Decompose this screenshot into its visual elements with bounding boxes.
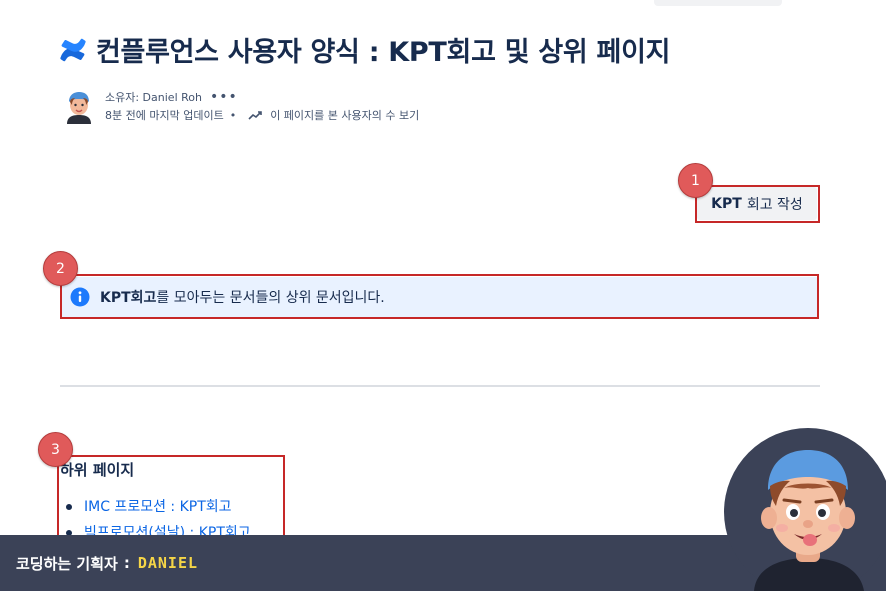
footer-separator: : xyxy=(123,554,130,572)
annotation-badge-2: 2 xyxy=(43,251,78,286)
meta-separator: • xyxy=(229,108,237,122)
annotation-box-1 xyxy=(695,185,820,223)
confluence-logo-icon xyxy=(60,38,86,61)
annotation-badge-1: 1 xyxy=(678,163,713,198)
more-actions-icon[interactable]: ••• xyxy=(210,90,238,104)
top-tab[interactable] xyxy=(654,0,782,6)
annotation-box-3 xyxy=(57,455,285,537)
footer-label: 코딩하는 기획자 xyxy=(16,554,118,573)
page-title: 컨플루언스 사용자 양식 : KPT회고 및 상위 페이지 xyxy=(96,37,671,68)
last-updated-label[interactable]: 8분 전에 마지막 업데이트 xyxy=(105,107,224,123)
page-viewers-link[interactable]: 이 페이지를 본 사용자의 수 보기 xyxy=(270,107,419,123)
meta-row: 8분 전에 마지막 업데이트 • 이 페이지를 본 사용자의 수 보기 xyxy=(105,107,419,123)
owner-row: 소유자: Daniel Roh ••• xyxy=(105,90,419,104)
title-row: 컨플루언스 사용자 양식 : KPT회고 및 상위 페이지 xyxy=(60,30,670,69)
mascot-avatar xyxy=(724,428,886,591)
owner-label[interactable]: 소유자: Daniel Roh xyxy=(105,89,202,105)
divider xyxy=(60,385,820,387)
footer-name: DANIEL xyxy=(137,554,199,572)
annotation-box-2 xyxy=(60,274,819,319)
byline: 소유자: Daniel Roh ••• 8분 전에 마지막 업데이트 • 이 페… xyxy=(64,90,419,124)
chart-icon xyxy=(248,111,262,120)
annotation-badge-3: 3 xyxy=(38,432,73,467)
byline-text: 소유자: Daniel Roh ••• 8분 전에 마지막 업데이트 • 이 페… xyxy=(105,90,419,124)
avatar[interactable] xyxy=(64,90,94,124)
